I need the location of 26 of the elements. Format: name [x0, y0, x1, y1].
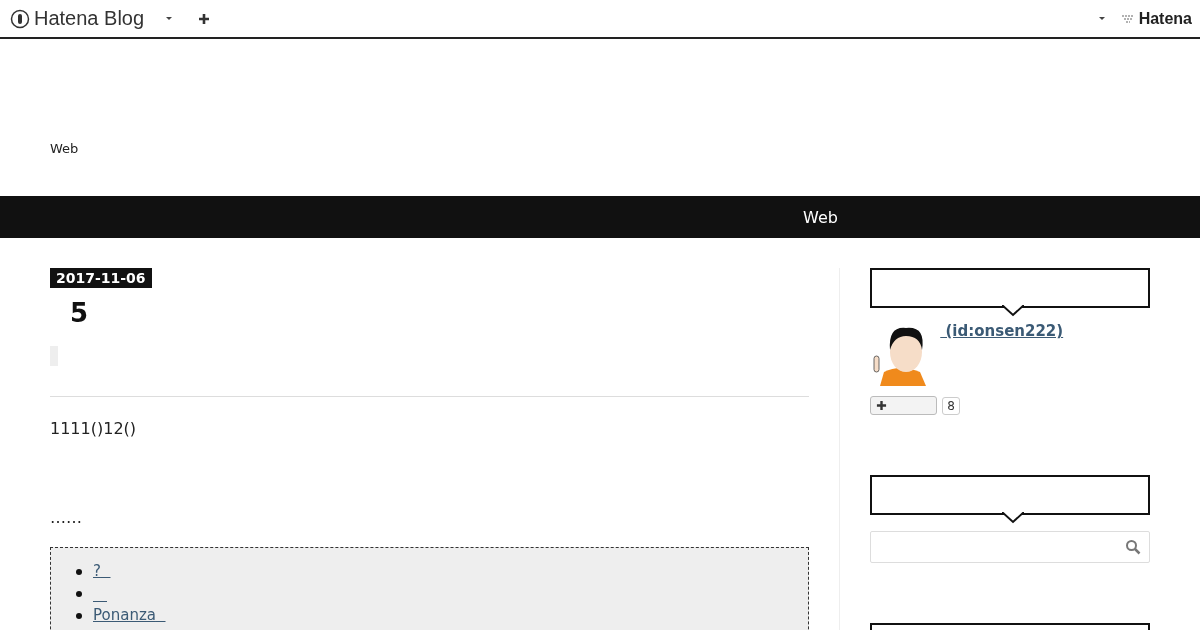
paragraph: 1111()12(): [50, 419, 138, 438]
bullet-icon: [76, 568, 82, 575]
link[interactable]: ?: [93, 558, 111, 585]
paragraph: ……: [50, 508, 83, 527]
entry-title[interactable]: 5: [70, 298, 810, 328]
search-icon[interactable]: [1125, 539, 1141, 555]
blog-title[interactable]: Web: [803, 207, 838, 227]
add-button[interactable]: [198, 12, 211, 25]
plus-icon: [876, 400, 888, 411]
logo-icon: [10, 8, 30, 29]
bullet-icon: [76, 590, 82, 597]
search-field[interactable]: [870, 531, 1150, 563]
blog-description: Web: [50, 141, 79, 156]
link[interactable]: [93, 599, 107, 602]
author-name[interactable]: (id:onsen222): [940, 322, 1064, 386]
link[interactable]: Ponanza: [93, 602, 166, 629]
logo-icon: [1120, 13, 1135, 24]
brand-name[interactable]: Hatena: [1138, 9, 1192, 28]
plus-icon: [198, 12, 211, 25]
brand-name[interactable]: Hatena Blog: [34, 7, 145, 30]
star-button[interactable]: [870, 396, 938, 415]
caret-icon[interactable]: [1098, 17, 1105, 20]
entry-date[interactable]: 2017-11-06: [50, 268, 152, 288]
star-count: 8: [942, 396, 960, 415]
bullet-icon: [76, 612, 82, 619]
caret-icon[interactable]: [166, 17, 173, 20]
